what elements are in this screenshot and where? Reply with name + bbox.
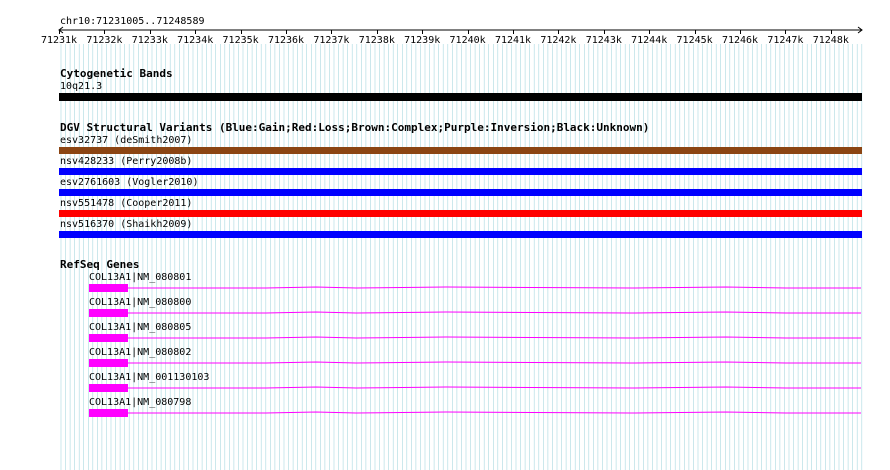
exon-block[interactable] (89, 384, 128, 392)
ruler-tick-mark (694, 30, 696, 34)
ruler-tick-label: 71243k (585, 35, 622, 46)
ruler-tick-mark (649, 30, 651, 34)
dgv-variant-label: nsv551478 (Cooper2011) (60, 198, 193, 209)
transcript-model[interactable] (86, 357, 866, 369)
ruler-tick-mark (558, 30, 560, 34)
ruler-tick-label: 71246k (721, 35, 759, 46)
ruler-tick-mark (286, 30, 287, 34)
cytoband-label: 10q21.3 (60, 81, 103, 92)
intron-line (128, 361, 861, 364)
dgv-variant-bar[interactable] (59, 147, 862, 154)
ruler-tick-mark (467, 30, 469, 34)
cytoband-bar[interactable] (59, 93, 862, 101)
intron-line (128, 336, 861, 339)
ruler-tick-mark (59, 30, 60, 34)
genome-browser-view: chr10:71231005..71248589 71231k 71232k 712… (0, 0, 890, 470)
transcript-model[interactable] (86, 307, 866, 319)
dgv-variant-label: nsv516370 (Shaikh2009) (60, 219, 193, 230)
ruler-tick-label: 71231k (40, 35, 78, 46)
ruler-tick-label: 71247k (767, 35, 804, 46)
ruler-tick-mark (422, 30, 424, 34)
ruler-tick-mark (195, 30, 197, 34)
refseq-track-title: RefSeq Genes (60, 258, 140, 271)
transcript-model[interactable] (86, 332, 866, 344)
ruler-tick-label: 71233k (131, 35, 168, 46)
dgv-variant-bar[interactable] (59, 210, 862, 217)
exon-block[interactable] (89, 359, 128, 367)
dgv-variant-label: esv32737 (deSmith2007) (60, 135, 193, 146)
ruler-tick-label: 71240k (449, 35, 486, 46)
transcript-model[interactable] (86, 407, 866, 419)
ruler-tick-label: 71238k (358, 35, 395, 46)
exon-block[interactable] (89, 284, 128, 292)
transcript-model[interactable] (86, 282, 866, 294)
exon-block[interactable] (89, 309, 128, 317)
dgv-variant-bar[interactable] (59, 189, 862, 196)
ruler-tick-mark (240, 30, 242, 34)
ruler-tick-label: 71241k (494, 35, 532, 46)
exon-block[interactable] (89, 334, 128, 342)
ruler-tick-label: 71245k (676, 35, 713, 46)
ruler-tick-mark (513, 30, 514, 34)
intron-line (128, 411, 861, 414)
ruler-axis (58, 26, 863, 34)
dgv-variant-label: nsv428233 (Perry2008b) (60, 156, 193, 167)
intron-line (128, 286, 861, 289)
ruler-tick-label: 71242k (540, 35, 577, 46)
ruler-tick-mark (603, 30, 605, 34)
dgv-variant-label: esv2761603 (Vogler2010) (60, 177, 199, 188)
dgv-track-title: DGV Structural Variants (Blue:Gain;Red:L… (60, 121, 650, 134)
transcript-model[interactable] (86, 382, 866, 394)
ruler-tick-label: 71239k (404, 35, 441, 46)
ruler-tick-label: 71237k (313, 35, 350, 46)
intron-line (128, 311, 861, 314)
ruler-tick-mark (149, 30, 151, 34)
ruler-tick-label: 71244k (631, 35, 668, 46)
ruler-tick-label: 71236k (267, 35, 305, 46)
ruler-tick-label: 71232k (86, 35, 123, 46)
ruler-tick-label: 71248k (812, 35, 849, 46)
exon-block[interactable] (89, 409, 128, 417)
ruler-tick-mark (104, 30, 106, 34)
cytobands-track-title: Cytogenetic Bands (60, 67, 173, 80)
ruler-tick-label: 71235k (222, 35, 259, 46)
ruler-tick-mark (376, 30, 378, 34)
ruler-tick-mark (830, 30, 832, 34)
ruler-tick-label: 71234k (177, 35, 214, 46)
dgv-variant-bar[interactable] (59, 168, 862, 175)
ruler-tick-mark (785, 30, 787, 34)
intron-line (128, 386, 861, 389)
ruler-tick-mark (740, 30, 741, 34)
ruler-tick-mark (331, 30, 333, 34)
dgv-variant-bar[interactable] (59, 231, 862, 238)
